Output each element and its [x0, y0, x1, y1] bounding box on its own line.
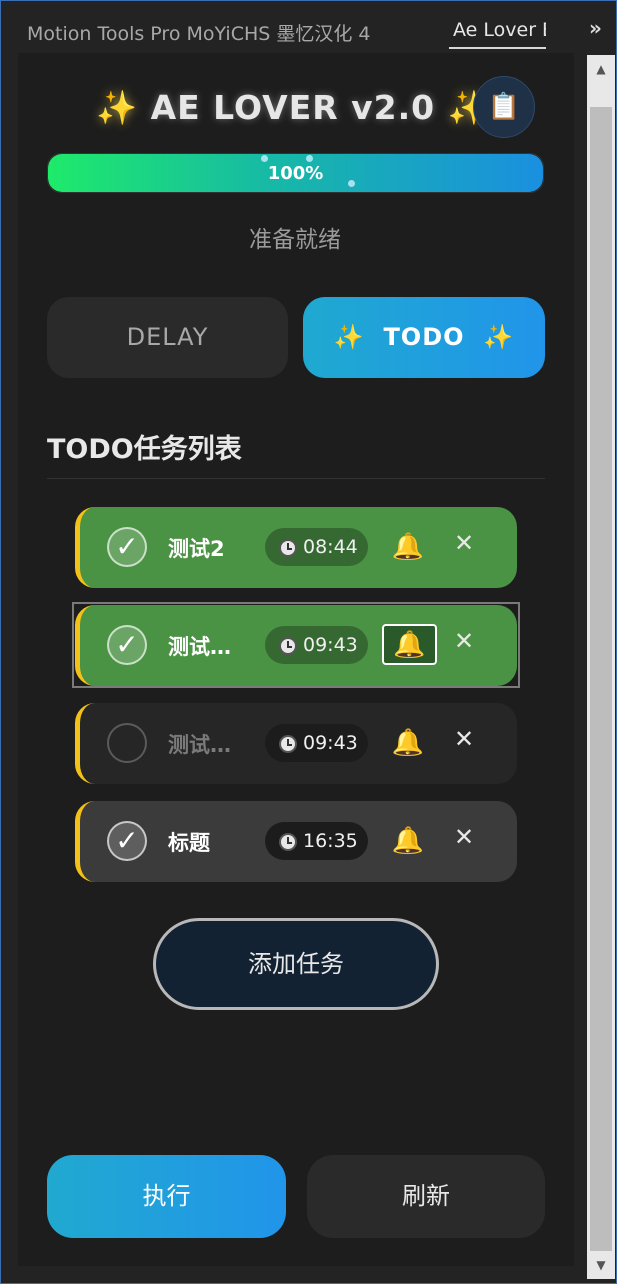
bell-icon[interactable]: 🔔 [380, 721, 436, 765]
bell-icon[interactable]: 🔔 [382, 624, 437, 665]
clock-icon [279, 833, 297, 851]
app-title: ✨ AE LOVER v2.0 ✨ [96, 88, 490, 128]
progress-sparkle [306, 155, 313, 162]
todo-name: 测试… [168, 635, 231, 659]
close-icon[interactable]: ✕ [454, 725, 474, 753]
todo-item: ✓ 测试2 08:44 🔔 ✕ [75, 507, 517, 588]
todo-name: 测试… [168, 733, 231, 757]
scroll-thumb[interactable] [590, 107, 612, 1251]
todo-time-text: 09:43 [303, 634, 358, 656]
todo-time[interactable]: 09:43 [265, 724, 368, 762]
unchecked-circle-icon[interactable] [107, 723, 147, 763]
todo-item: 测试… 09:43 🔔 ✕ [75, 703, 517, 784]
sparkle-icon: ✨ [96, 88, 139, 127]
todo-time[interactable]: 08:44 [265, 528, 368, 566]
close-icon[interactable]: ✕ [454, 529, 474, 557]
tab-ae-lover[interactable]: Ae Lover Ex [453, 19, 546, 41]
close-icon[interactable]: ✕ [454, 823, 474, 851]
check-icon[interactable]: ✓ [107, 625, 147, 665]
run-button[interactable]: 执行 [47, 1155, 286, 1238]
todo-item: ✓ 测试… 09:43 🔔 ✕ [75, 605, 517, 686]
clock-icon [279, 735, 297, 753]
sparkle-icon: ✨ [483, 323, 515, 351]
delay-mode-button[interactable]: DELAY [47, 297, 288, 378]
status-text: 准备就绪 [249, 227, 341, 253]
scroll-down-icon[interactable]: ▼ [587, 1251, 615, 1279]
todo-name: 测试2 [168, 537, 225, 561]
todo-time[interactable]: 16:35 [265, 822, 368, 860]
close-icon[interactable]: ✕ [454, 627, 474, 655]
bell-icon[interactable]: 🔔 [380, 525, 436, 569]
tab-motion-tools[interactable]: Motion Tools Pro MoYiCHS 墨忆汉化 4 [27, 19, 371, 46]
refresh-button[interactable]: 刷新 [307, 1155, 545, 1238]
todo-time[interactable]: 09:43 [265, 626, 368, 664]
check-icon[interactable]: ✓ [107, 821, 147, 861]
tab-bar: Motion Tools Pro MoYiCHS 墨忆汉化 4 Ae Lover… [1, 1, 616, 53]
active-tab-indicator [449, 47, 546, 49]
todo-name: 标题 [168, 831, 210, 855]
clock-icon [279, 637, 297, 655]
scroll-up-icon[interactable]: ▲ [587, 55, 615, 83]
clock-icon [279, 539, 297, 557]
vertical-scrollbar[interactable]: ▲ ▼ [587, 55, 615, 1279]
progress-label: 100% [267, 163, 324, 184]
progress-bar: 100% [47, 153, 544, 193]
app-title-text: AE LOVER v2.0 [150, 88, 436, 127]
todo-mode-label: TODO [383, 323, 465, 351]
todo-section-title: TODO任务列表 [47, 434, 242, 465]
more-tabs-icon[interactable]: » [589, 16, 602, 40]
clipboard-icon: 📋 [487, 92, 521, 122]
todo-item: ✓ 标题 16:35 🔔 ✕ [75, 801, 517, 882]
bell-icon[interactable]: 🔔 [380, 819, 436, 863]
add-task-button[interactable]: 添加任务 [153, 918, 439, 1010]
sparkle-icon: ✨ [333, 323, 365, 351]
check-icon[interactable]: ✓ [107, 527, 147, 567]
todo-time-text: 16:35 [303, 830, 358, 852]
progress-sparkle [261, 155, 268, 162]
section-divider [47, 478, 545, 479]
todo-mode-button[interactable]: ✨ TODO ✨ [303, 297, 545, 378]
todo-time-text: 09:43 [303, 732, 358, 754]
clipboard-button[interactable]: 📋 [473, 76, 535, 138]
todo-time-text: 08:44 [303, 536, 358, 558]
